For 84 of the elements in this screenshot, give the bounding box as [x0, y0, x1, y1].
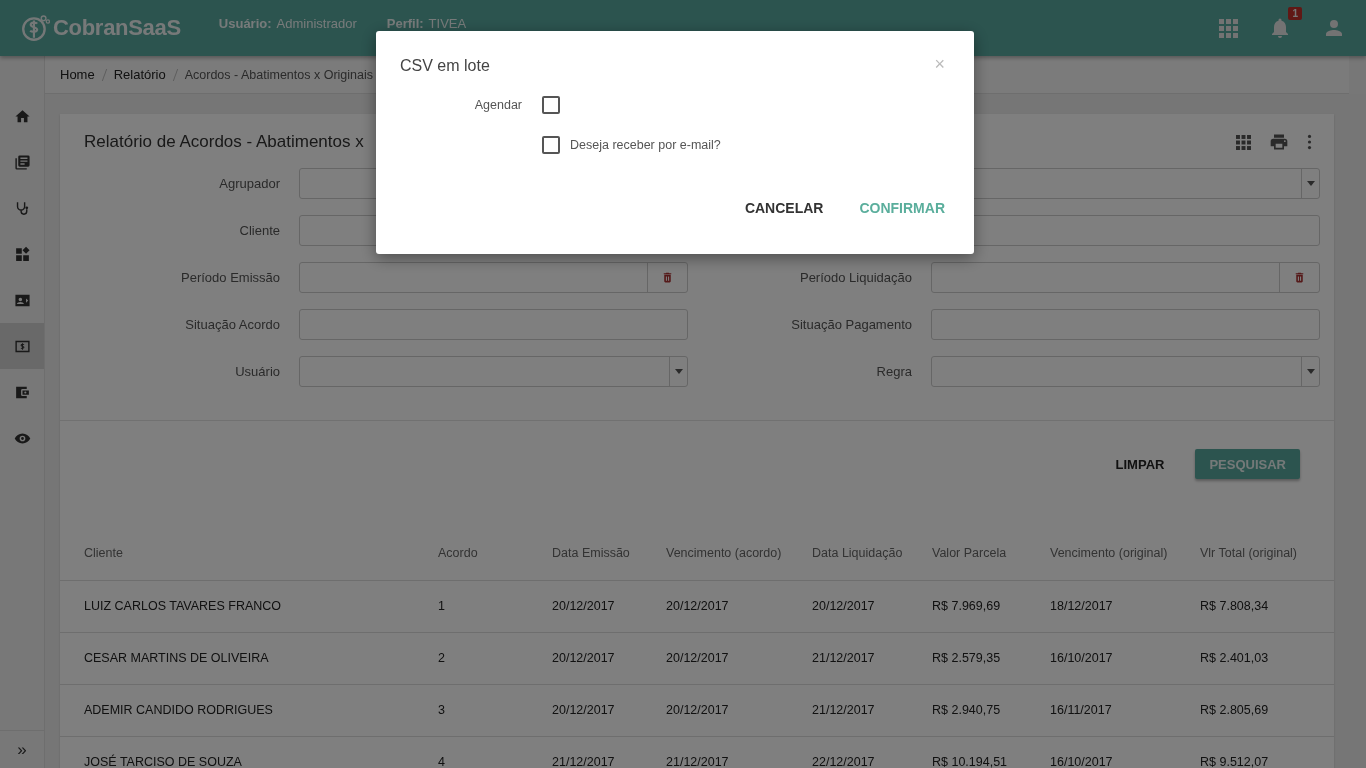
date-range-field[interactable] [931, 262, 1320, 293]
home-icon [13, 107, 31, 125]
column-header: Cliente [60, 526, 438, 580]
table-cell: 16/11/2017 [1050, 684, 1200, 736]
user-label: Usuário: [218, 15, 272, 31]
table-cell: 20/12/2017 [666, 684, 812, 736]
table-cell: 4 [438, 736, 552, 768]
notification-badge: 1 [1288, 7, 1302, 20]
table-cell: R$ 2.940,75 [932, 684, 1050, 736]
table-cell: 21/12/2017 [552, 736, 666, 768]
table-cell: R$ 2.401,03 [1200, 632, 1334, 684]
table-cell: 20/12/2017 [812, 580, 932, 632]
field-label: Cliente [239, 223, 280, 238]
field-label: Situação Pagamento [791, 317, 912, 332]
trash-icon[interactable] [661, 271, 674, 284]
table-cell: 22/12/2017 [812, 736, 932, 768]
cancel-button[interactable]: CANCELAR [744, 200, 824, 216]
table-cell: JOSÉ TARCISO DE SOUZA [60, 736, 438, 768]
field-label: Período Liquidação [799, 270, 912, 285]
more-icon[interactable] [1307, 134, 1312, 150]
report-title: Relatório de Acordos - Abatimentos x [84, 132, 364, 152]
profile-label: Perfil: [386, 15, 424, 31]
grid-icon[interactable] [1236, 134, 1251, 150]
date-range-field[interactable] [299, 262, 688, 293]
user-name: Administrador [276, 15, 357, 31]
table-cell: 1 [438, 580, 552, 632]
table-cell: 16/10/2017 [1050, 736, 1200, 768]
widgets-icon [13, 245, 31, 263]
table-cell: ADEMIR CANDIDO RODRIGUES [60, 684, 438, 736]
table-cell: 20/12/2017 [666, 632, 812, 684]
table-cell: LUIZ CARLOS TAVARES FRANCO [60, 580, 438, 632]
dropdown-arrow-icon[interactable] [1306, 181, 1315, 186]
checkbox[interactable] [542, 136, 560, 154]
clear-button[interactable]: LIMPAR [1101, 449, 1179, 479]
breadcrumb-link[interactable]: Acordos - Abatimentos x Originais [184, 67, 373, 82]
table-cell: 16/10/2017 [1050, 632, 1200, 684]
column-header: Vencimento (acordo) [666, 526, 812, 580]
table-cell: R$ 2.579,35 [932, 632, 1050, 684]
confirm-button[interactable]: CONFIRMAR [859, 200, 945, 216]
select-field[interactable] [299, 356, 688, 387]
input-field[interactable] [931, 309, 1320, 340]
field-label: Usuário [235, 364, 280, 379]
dropdown-arrow-icon[interactable] [1306, 369, 1315, 374]
table-cell: R$ 7.808,34 [1200, 580, 1334, 632]
book-icon [13, 153, 31, 171]
column-header: Acordo [438, 526, 552, 580]
field-label: Regra [876, 364, 912, 379]
table-cell: 20/12/2017 [552, 580, 666, 632]
table-cell: R$ 7.969,69 [932, 580, 1050, 632]
breadcrumb-link[interactable]: Relatório [113, 67, 166, 82]
table-cell: 2 [438, 632, 552, 684]
checkbox[interactable] [542, 96, 560, 114]
table-cell: 20/12/2017 [552, 632, 666, 684]
checkbox-label: Deseja receber por e-mail? [570, 138, 721, 152]
profile-name: TIVEA [428, 15, 467, 31]
dialog-title: CSV em lote [400, 57, 490, 75]
input-field[interactable] [299, 309, 688, 340]
column-header: Data Liquidação [812, 526, 932, 580]
table-cell: 21/12/2017 [812, 632, 932, 684]
sidebar-item[interactable] [0, 323, 44, 369]
table-cell: CESAR MARTINS DE OLIVEIRA [60, 632, 438, 684]
table-cell: 20/12/2017 [552, 684, 666, 736]
column-header: Vencimento (original) [1050, 526, 1200, 580]
print-icon[interactable] [1269, 132, 1289, 152]
table-cell: 18/12/2017 [1050, 580, 1200, 632]
table-cell: R$ 10.194,51 [932, 736, 1050, 768]
column-header: Data Emissão [552, 526, 666, 580]
field-label: Período Emissão [181, 270, 280, 285]
select-field[interactable] [931, 356, 1320, 387]
table-cell: 20/12/2017 [666, 580, 812, 632]
expand-button[interactable]: » [0, 730, 44, 768]
breadcrumb-link[interactable]: Home [60, 67, 95, 82]
checkbox-label: Agendar [474, 98, 522, 112]
column-header: Valor Parcela [932, 526, 1050, 580]
field-label: Situação Acordo [185, 317, 280, 332]
trash-icon[interactable] [1293, 271, 1306, 284]
field-label: Agrupador [219, 176, 280, 191]
dropdown-arrow-icon[interactable] [674, 369, 683, 374]
table-cell: R$ 9.512,07 [1200, 736, 1334, 768]
table-cell: R$ 2.805,69 [1200, 684, 1334, 736]
column-header: Vlr Total (original) [1200, 526, 1334, 580]
table-cell: 21/12/2017 [812, 684, 932, 736]
table-cell: 3 [438, 684, 552, 736]
table-cell: 21/12/2017 [666, 736, 812, 768]
